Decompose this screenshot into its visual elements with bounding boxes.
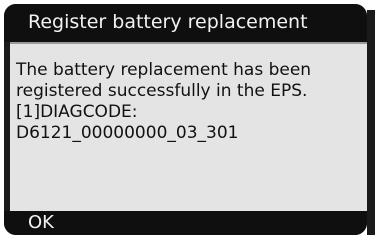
message-line-2: registered successfully in the EPS. — [16, 81, 308, 101]
message-text: The battery replacement has been registe… — [16, 60, 367, 144]
dialog-title: Register battery replacement — [28, 11, 308, 33]
message-line-3: [1]DIAGCODE: — [16, 102, 138, 122]
title-bar: Register battery replacement — [4, 4, 367, 42]
dialog-screen: Register battery replacement The battery… — [4, 4, 367, 235]
message-panel: The battery replacement has been registe… — [10, 42, 367, 211]
ok-button[interactable]: OK — [28, 213, 54, 233]
button-bar: OK — [4, 211, 367, 235]
device-bezel-edge — [367, 10, 375, 235]
message-line-4: D6121_00000000_03_301 — [16, 123, 239, 143]
scan-tool-device: Register battery replacement The battery… — [0, 0, 375, 241]
message-line-1: The battery replacement has been — [16, 60, 312, 80]
